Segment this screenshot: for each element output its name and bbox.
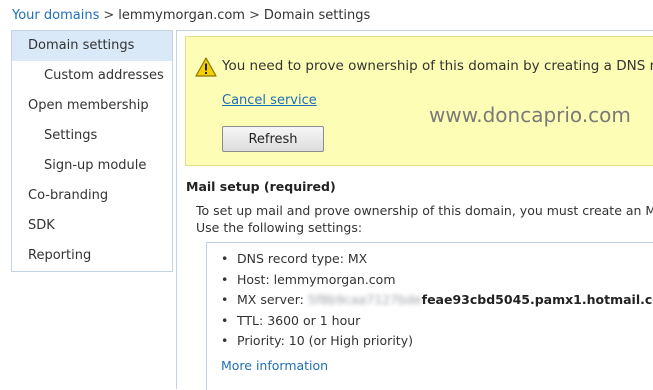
refresh-button[interactable]: Refresh	[222, 126, 324, 152]
breadcrumb: Your domains > lemmymorgan.com > Domain sett…	[12, 8, 370, 23]
mx-server-value: feae93cbd5045.pamx1.hotmail.com	[421, 292, 653, 307]
bullet-icon: •	[221, 251, 229, 266]
mx-server-hidden-part: 5f8b9caa7127bde	[307, 292, 422, 307]
list-item: • Priority: 10 (or High priority)	[221, 331, 653, 352]
sidebar-item-settings[interactable]: Settings	[12, 121, 172, 151]
warning-icon	[195, 57, 217, 81]
breadcrumb-current: Domain settings	[263, 8, 371, 23]
sidebar-item-domain-settings[interactable]: Domain settings	[12, 31, 172, 61]
main-panel-left-border	[176, 30, 177, 389]
bullet-icon: •	[221, 292, 229, 307]
ownership-warning-banner: You need to prove ownership of this doma…	[185, 36, 653, 166]
list-item: • DNS record type: MX	[221, 249, 653, 270]
watermark-text: www.doncaprio.com	[429, 103, 631, 127]
breadcrumb-separator: >	[103, 8, 115, 23]
list-item: • TTL: 3600 or 1 hour	[221, 311, 653, 332]
mx-server-label: MX server:	[237, 292, 304, 307]
list-item: • Host: lemmymorgan.com	[221, 270, 653, 291]
breadcrumb-your-domains-link[interactable]: Your domains	[12, 8, 99, 23]
warning-message: You need to prove ownership of this doma…	[222, 58, 653, 74]
sidebar-item-reporting[interactable]: Reporting	[12, 241, 172, 271]
breadcrumb-domain: lemmymorgan.com	[118, 8, 245, 23]
mail-setup-title: Mail setup (required)	[186, 179, 336, 194]
dns-record-type: DNS record type: MX	[237, 251, 368, 266]
bullet-icon: •	[221, 271, 229, 287]
list-item: • MX server: 5f8b9caa7127bdefeae93cbd5045…	[221, 290, 653, 311]
sidebar-item-sign-up-module[interactable]: Sign-up module	[12, 151, 172, 181]
breadcrumb-separator: >	[248, 8, 260, 23]
cancel-service-link[interactable]: Cancel service	[222, 93, 317, 108]
bullet-icon: •	[221, 312, 229, 328]
mail-setup-desc-line2: Use the following settings:	[196, 220, 363, 235]
mail-setup-desc-line1: To set up mail and prove ownership of th…	[196, 203, 653, 218]
sidebar-nav: Domain settings Custom addresses Open me…	[11, 30, 173, 272]
dns-priority: Priority: 10 (or High priority)	[237, 333, 413, 348]
mx-settings-box: • DNS record type: MX • Host: lemmymorgan.…	[206, 242, 653, 390]
sidebar-item-open-membership[interactable]: Open membership	[12, 91, 172, 121]
sidebar-item-co-branding[interactable]: Co-branding	[12, 181, 172, 211]
mail-setup-description: To set up mail and prove ownership of th…	[196, 202, 653, 236]
dns-host: Host: lemmymorgan.com	[237, 271, 396, 287]
more-information-link[interactable]: More information	[221, 358, 328, 373]
bullet-icon: •	[221, 333, 229, 348]
main-panel-top-border	[176, 30, 653, 31]
mx-settings-list: • DNS record type: MX • Host: lemmymorgan.…	[221, 249, 653, 352]
sidebar-item-custom-addresses[interactable]: Custom addresses	[12, 61, 172, 91]
sidebar-item-sdk[interactable]: SDK	[12, 211, 172, 241]
dns-ttl: TTL: 3600 or 1 hour	[237, 312, 361, 328]
